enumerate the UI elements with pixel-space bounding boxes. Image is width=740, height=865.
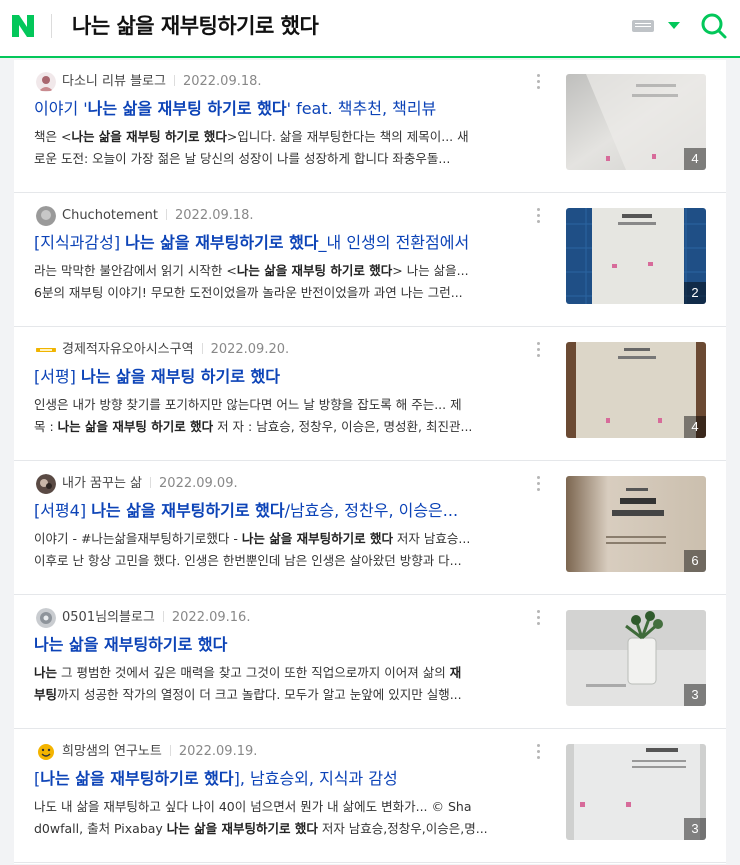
image-count-badge: 3 (684, 818, 706, 840)
list-item[interactable]: 내가 꿈꾸는 삶 2022.09.09. [서평4] 나는 삶을 재부팅하기로 했… (14, 462, 726, 595)
post-date: 2022.09.09. (159, 476, 238, 491)
thumbnail-image[interactable]: 6 (566, 476, 706, 572)
thumbnail-image[interactable]: 4 (566, 74, 706, 170)
avatar[interactable] (36, 742, 56, 762)
search-header: 나는 삶을 재부팅하기로 했다 (0, 0, 740, 58)
result-meta: Chuchotement 2022.09.18. (62, 207, 254, 225)
blog-author[interactable]: 0501님의블로그 (62, 610, 155, 625)
naver-logo-icon[interactable] (10, 13, 36, 39)
more-options-icon[interactable] (537, 342, 541, 360)
header-divider (51, 14, 52, 38)
list-item[interactable]: 0501님의블로그 2022.09.16. 나는 삶을 재부팅하기로 했다 나는 … (14, 596, 726, 729)
more-options-icon[interactable] (537, 476, 541, 494)
result-description: 책은 <나는 삶을 재부팅 하기로 했다>입니다. 삶을 재부팅한다는 책의 제… (34, 129, 469, 166)
result-title[interactable]: [서평] 나는 삶을 재부팅 하기로 했다 (34, 366, 558, 388)
image-count-badge: 4 (684, 416, 706, 438)
search-query[interactable]: 나는 삶을 재부팅하기로 했다 (72, 12, 319, 40)
search-icon[interactable] (700, 12, 728, 40)
result-title[interactable]: [서평4] 나는 삶을 재부팅하기로 했다/남효승, 정찬우, 이승은... (34, 500, 558, 522)
image-count-badge: 4 (684, 148, 706, 170)
result-title[interactable]: [나는 삶을 재부팅하기로 했다], 남효승외, 지식과 감성 (34, 768, 558, 790)
post-date: 2022.09.18. (175, 208, 254, 223)
result-description: 라는 막막한 불안감에서 읽기 시작한 <나는 삶을 재부팅 하기로 했다> 나… (34, 263, 469, 300)
result-title[interactable]: [지식과감성] 나는 삶을 재부팅하기로 했다_내 인생의 전환점에서 (34, 232, 558, 254)
post-date: 2022.09.19. (178, 744, 258, 759)
result-meta: 희망샘의 연구노트 2022.09.19. (62, 743, 257, 761)
avatar[interactable] (36, 474, 56, 494)
blog-author[interactable]: 희망샘의 연구노트 (62, 744, 162, 759)
more-options-icon[interactable] (537, 74, 541, 92)
result-meta: 내가 꿈꾸는 삶 2022.09.09. (62, 475, 238, 493)
avatar[interactable] (36, 206, 56, 226)
thumbnail-image[interactable]: 3 (566, 610, 706, 706)
thumbnail-image[interactable]: 3 (566, 744, 706, 840)
avatar[interactable] (36, 340, 56, 360)
result-description: 이야기 - #나는삶을재부팅하기로했다 - 나는 삶을 재부팅하기로 했다 저자… (34, 531, 471, 568)
more-options-icon[interactable] (537, 208, 541, 226)
blog-author[interactable]: 경제적자유오아시스구역 (62, 342, 194, 357)
avatar[interactable] (36, 72, 56, 92)
result-meta: 경제적자유오아시스구역 2022.09.20. (62, 341, 289, 359)
avatar[interactable] (36, 608, 56, 628)
thumbnail-image[interactable]: 2 (566, 208, 706, 304)
blog-author[interactable]: Chuchotement (62, 208, 158, 223)
more-options-icon[interactable] (537, 610, 541, 628)
result-meta: 0501님의블로그 2022.09.16. (62, 609, 250, 627)
result-description: 나도 내 삶을 재부팅하고 싶다 나이 40이 넘으면서 뭔가 내 삶에도 변화… (34, 799, 488, 836)
result-title[interactable]: 이야기 '나는 삶을 재부팅 하기로 했다' feat. 책추천, 책리뷰 (34, 98, 558, 120)
result-description: 인생은 내가 방향 찾기를 포기하지만 않는다면 어느 날 방향을 잡도록 해 … (34, 397, 473, 434)
post-date: 2022.09.20. (210, 342, 290, 357)
image-count-badge: 2 (684, 282, 706, 304)
image-count-badge: 6 (684, 550, 706, 572)
image-count-badge: 3 (684, 684, 706, 706)
keyboard-icon[interactable] (632, 20, 654, 32)
post-date: 2022.09.18. (182, 74, 262, 89)
blog-author[interactable]: 다소니 리뷰 블로그 (62, 74, 166, 89)
result-meta: 다소니 리뷰 블로그 2022.09.18. (62, 73, 262, 91)
result-description: 나는 그 평범한 것에서 깊은 매력을 찾고 그것이 또한 직업으로까지 이어져… (34, 665, 462, 702)
post-date: 2022.09.16. (171, 610, 251, 625)
list-item[interactable]: Chuchotement 2022.09.18. [지식과감성] 나는 삶을 재부… (14, 194, 726, 327)
list-item[interactable]: 경제적자유오아시스구역 2022.09.20. [서평] 나는 삶을 재부팅 하기… (14, 328, 726, 461)
blog-author[interactable]: 내가 꿈꾸는 삶 (62, 476, 142, 491)
more-options-icon[interactable] (537, 744, 541, 762)
list-item[interactable]: 다소니 리뷰 블로그 2022.09.18. 이야기 '나는 삶을 재부팅 하기로… (14, 60, 726, 193)
list-item[interactable]: 희망샘의 연구노트 2022.09.19. [나는 삶을 재부팅하기로 했다], … (14, 730, 726, 863)
chevron-down-icon[interactable] (668, 22, 680, 29)
thumbnail-image[interactable]: 4 (566, 342, 706, 438)
blog-results-list: 다소니 리뷰 블로그 2022.09.18. 이야기 '나는 삶을 재부팅 하기로… (14, 60, 726, 864)
result-title[interactable]: 나는 삶을 재부팅하기로 했다 (34, 634, 558, 656)
